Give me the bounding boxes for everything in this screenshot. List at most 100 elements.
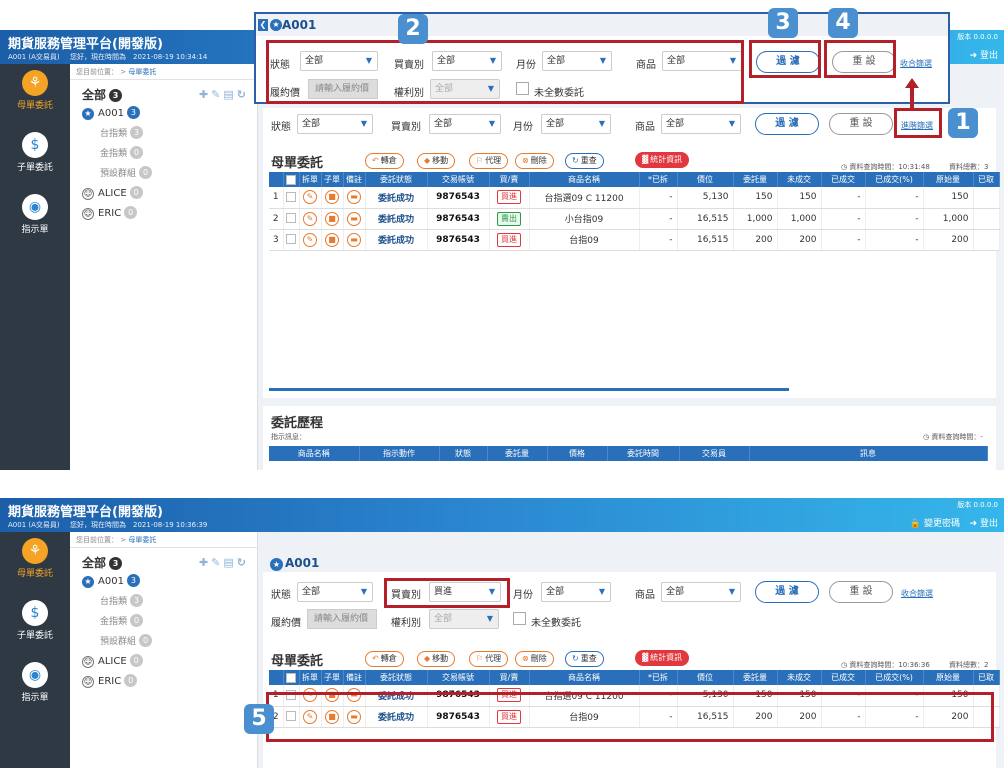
column-header[interactable]: 商品名稱	[529, 172, 640, 187]
tree-root[interactable]: 全部 3 ✚✎▤↻	[70, 80, 257, 104]
column-header[interactable]: 價位	[677, 172, 734, 187]
status-select[interactable]: 全部 ▼	[300, 51, 378, 71]
select-all-checkbox[interactable]	[286, 174, 296, 185]
row-select-cell[interactable]	[283, 229, 300, 251]
stop-icon[interactable]: ■	[325, 190, 339, 205]
row-select-cell[interactable]	[283, 706, 300, 728]
breadcrumb-current[interactable]: 母單委託	[128, 536, 156, 544]
column-header[interactable]: *已拆	[639, 670, 678, 685]
select-all-header[interactable]	[283, 172, 300, 187]
column-header[interactable]: 商品名稱	[529, 670, 640, 685]
move-button[interactable]: ◆ 移動	[417, 651, 456, 667]
filter-button[interactable]: 過 濾	[755, 113, 819, 135]
comment-icon[interactable]: ▬	[347, 688, 361, 703]
nav-instruction[interactable]: ◉ 指示單	[0, 662, 70, 718]
column-header[interactable]: 買/賣	[489, 670, 530, 685]
column-header[interactable]: 委託量	[733, 172, 778, 187]
change-password-button[interactable]: 🔒 變更密碼	[910, 516, 960, 529]
requery-button[interactable]: ↻ 重查	[565, 153, 604, 169]
product-select[interactable]: 全部 ▼	[661, 114, 741, 134]
trash-icon[interactable]: ▤	[223, 88, 236, 101]
table-row[interactable]: 1 ✎ ■ ▬ 委託成功 9876543 買進 台指選09 C 11200-5,130 150 1…	[269, 685, 1000, 707]
column-header[interactable]: 委託狀態	[365, 172, 428, 187]
tree-group-item[interactable]: 台指類 3	[70, 592, 257, 612]
column-header[interactable]: 已成交(%)	[865, 172, 924, 187]
column-header[interactable]: 子單	[321, 172, 344, 187]
add-icon[interactable]: ✚	[199, 556, 211, 569]
tree-item-a001[interactable]: ★ A001 3	[70, 572, 257, 592]
edit-icon[interactable]: ✎	[211, 88, 223, 101]
tree-item-a001[interactable]: ★ A001 3	[70, 104, 257, 124]
column-header[interactable]: 價位	[677, 670, 734, 685]
row-checkbox[interactable]	[286, 234, 296, 245]
tree-item-alice[interactable]: ☺ ALICE 0	[70, 652, 257, 672]
stop-icon[interactable]: ■	[325, 688, 339, 703]
comment-icon[interactable]: ▬	[347, 232, 361, 247]
column-header[interactable]: 未成交	[777, 670, 822, 685]
column-header[interactable]: 訊息	[749, 446, 988, 461]
stop-icon[interactable]: ■	[325, 709, 339, 724]
proxy-button[interactable]: ⚐ 代理	[469, 153, 509, 169]
row-checkbox[interactable]	[286, 192, 296, 202]
row-checkbox[interactable]	[286, 711, 296, 722]
requery-button[interactable]: ↻ 重查	[565, 651, 604, 667]
proxy-button[interactable]: ⚐ 代理	[469, 651, 509, 667]
nav-parent-order[interactable]: ⚘ 母單委託	[0, 538, 70, 594]
product-select[interactable]: 全部 ▼	[662, 51, 742, 71]
column-header[interactable]: 備註	[343, 172, 366, 187]
row-select-cell[interactable]	[283, 208, 300, 230]
column-header[interactable]: 已成交(%)	[865, 670, 924, 685]
comment-icon[interactable]: ▬	[347, 211, 361, 226]
untraded-checkbox[interactable]	[513, 612, 526, 625]
strike-input[interactable]: 請輸入履約價	[308, 79, 378, 99]
column-header[interactable]: 委託量	[733, 670, 778, 685]
tree-group-item[interactable]: 金指類 0	[70, 612, 257, 632]
pencil-icon[interactable]: ✎	[303, 709, 317, 724]
stats-button[interactable]: ▓ 統計資訊	[635, 152, 690, 168]
column-header[interactable]: 商品名稱	[269, 446, 360, 461]
column-header[interactable]: 原始量	[923, 670, 974, 685]
column-header[interactable]: 未成交	[777, 172, 822, 187]
table-row[interactable]: 3 ✎ ■ ▬ 委託成功 9876543 買進 台指09-16,515 200 200- -200	[269, 229, 1000, 251]
tree-item-eric[interactable]: ☺ ERIC 0	[70, 204, 257, 224]
column-header[interactable]: 拆單	[299, 670, 322, 685]
tree-root[interactable]: 全部 3 ✚✎▤↻	[70, 548, 257, 572]
collapse-filter-link[interactable]: 收合篩選	[901, 588, 933, 599]
reset-button[interactable]: 重 設	[829, 113, 893, 135]
logout-button[interactable]: ➜ 登出	[970, 48, 998, 61]
column-header[interactable]: 已成交	[821, 172, 866, 187]
tree-group-item[interactable]: 金指類 0	[70, 144, 257, 164]
table-row[interactable]: 2 ✎ ■ ▬ 委託成功 9876543 賣出 小台指09-16,515 1,000 1,000-…	[269, 208, 1000, 230]
stop-icon[interactable]: ■	[325, 232, 339, 247]
column-header[interactable]: 子單	[321, 670, 344, 685]
tree-item-alice[interactable]: ☺ ALICE 0	[70, 184, 257, 204]
filter-button[interactable]: 過 濾	[756, 51, 820, 73]
column-header[interactable]: 買/賣	[489, 172, 530, 187]
column-header[interactable]: 委託時間	[607, 446, 680, 461]
side-select[interactable]: 全部 ▼	[432, 51, 502, 71]
pencil-icon[interactable]: ✎	[303, 232, 317, 247]
refresh-icon[interactable]: ↻	[237, 556, 249, 569]
comment-icon[interactable]: ▬	[347, 190, 361, 205]
column-header[interactable]	[269, 670, 284, 685]
tree-group-item[interactable]: 預設群組 0	[70, 164, 257, 184]
comment-icon[interactable]: ▬	[347, 709, 361, 724]
row-checkbox[interactable]	[286, 690, 296, 700]
nav-child-order[interactable]: $ 子單委託	[0, 600, 70, 656]
column-header[interactable]: 委託狀態	[365, 670, 428, 685]
status-select[interactable]: 全部 ▼	[297, 114, 373, 134]
column-header[interactable]: 已成交	[821, 670, 866, 685]
collapse-left-icon[interactable]: ❮	[258, 19, 268, 31]
pencil-icon[interactable]: ✎	[303, 688, 317, 703]
nav-parent-order[interactable]: ⚘ 母單委託	[0, 70, 70, 126]
table-row[interactable]: 2 ✎ ■ ▬ 委託成功 9876543 買進 台指09-16,515 200 200- -200	[269, 706, 1000, 728]
select-all-header[interactable]	[283, 670, 300, 685]
nav-instruction[interactable]: ◉ 指示單	[0, 194, 70, 250]
filter-button[interactable]: 過 濾	[755, 581, 819, 603]
stats-button[interactable]: ▓ 統計資訊	[635, 650, 690, 666]
reset-button[interactable]: 重 設	[829, 581, 893, 603]
month-select[interactable]: 全部 ▼	[541, 582, 611, 602]
move-button[interactable]: ◆ 移動	[417, 153, 456, 169]
column-header[interactable]: 狀態	[439, 446, 488, 461]
horizontal-scrollbar[interactable]	[269, 388, 789, 391]
